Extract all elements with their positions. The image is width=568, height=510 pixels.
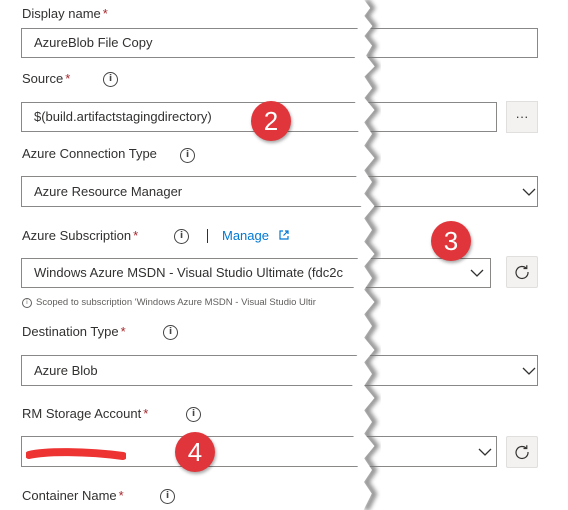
annotation-badge-2: 2 (251, 101, 291, 141)
annotation-badge-4-text: 4 (187, 437, 203, 467)
torn-edge (351, 0, 381, 510)
annotation-badge-3: 3 (431, 221, 471, 261)
annotation-badge-2-text: 2 (263, 106, 279, 136)
annotation-badge-4: 4 (175, 432, 215, 472)
annotation-badge-3-text: 3 (443, 226, 459, 256)
